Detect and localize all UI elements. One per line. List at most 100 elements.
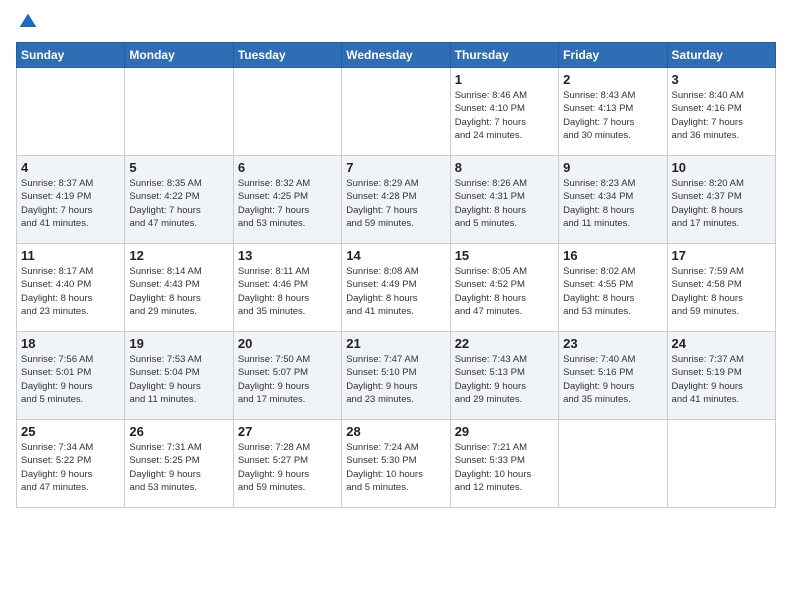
calendar-cell xyxy=(125,68,233,156)
calendar-cell: 20 Sunrise: 7:50 AM Sunset: 5:07 PM Dayli… xyxy=(233,332,341,420)
calendar-cell: 24 Sunrise: 7:37 AM Sunset: 5:19 PM Dayli… xyxy=(667,332,775,420)
logo-icon xyxy=(18,12,38,32)
calendar-cell: 16 Sunrise: 8:02 AM Sunset: 4:55 PM Dayli… xyxy=(559,244,667,332)
day-info: Sunrise: 8:20 AM Sunset: 4:37 PM Dayligh… xyxy=(672,177,771,230)
day-number: 11 xyxy=(21,248,120,263)
day-info: Sunrise: 7:53 AM Sunset: 5:04 PM Dayligh… xyxy=(129,353,228,406)
calendar-cell: 2 Sunrise: 8:43 AM Sunset: 4:13 PM Daylig… xyxy=(559,68,667,156)
calendar-cell: 4 Sunrise: 8:37 AM Sunset: 4:19 PM Daylig… xyxy=(17,156,125,244)
calendar-cell: 3 Sunrise: 8:40 AM Sunset: 4:16 PM Daylig… xyxy=(667,68,775,156)
day-info: Sunrise: 8:37 AM Sunset: 4:19 PM Dayligh… xyxy=(21,177,120,230)
day-number: 8 xyxy=(455,160,554,175)
day-info: Sunrise: 7:56 AM Sunset: 5:01 PM Dayligh… xyxy=(21,353,120,406)
day-number: 13 xyxy=(238,248,337,263)
day-info: Sunrise: 7:31 AM Sunset: 5:25 PM Dayligh… xyxy=(129,441,228,494)
day-header-tuesday: Tuesday xyxy=(233,43,341,68)
header-row: SundayMondayTuesdayWednesdayThursdayFrid… xyxy=(17,43,776,68)
calendar-cell xyxy=(17,68,125,156)
calendar-cell: 27Sunrise: 7:28 AM Sunset: 5:27 PM Dayli… xyxy=(233,420,341,508)
day-info: Sunrise: 8:17 AM Sunset: 4:40 PM Dayligh… xyxy=(21,265,120,318)
calendar-cell: 13 Sunrise: 8:11 AM Sunset: 4:46 PM Dayli… xyxy=(233,244,341,332)
week-row-1: 4 Sunrise: 8:37 AM Sunset: 4:19 PM Daylig… xyxy=(17,156,776,244)
day-info: Sunrise: 7:37 AM Sunset: 5:19 PM Dayligh… xyxy=(672,353,771,406)
calendar-cell: 12Sunrise: 8:14 AM Sunset: 4:43 PM Dayli… xyxy=(125,244,233,332)
day-number: 29 xyxy=(455,424,554,439)
calendar-cell xyxy=(233,68,341,156)
day-number: 23 xyxy=(563,336,662,351)
day-info: Sunrise: 7:50 AM Sunset: 5:07 PM Dayligh… xyxy=(238,353,337,406)
day-info: Sunrise: 8:23 AM Sunset: 4:34 PM Dayligh… xyxy=(563,177,662,230)
day-info: Sunrise: 7:43 AM Sunset: 5:13 PM Dayligh… xyxy=(455,353,554,406)
calendar-cell: 26 Sunrise: 7:31 AM Sunset: 5:25 PM Dayli… xyxy=(125,420,233,508)
day-number: 26 xyxy=(129,424,228,439)
calendar-cell: 28 Sunrise: 7:24 AM Sunset: 5:30 PM Dayli… xyxy=(342,420,450,508)
week-row-0: 1Sunrise: 8:46 AM Sunset: 4:10 PM Daylig… xyxy=(17,68,776,156)
calendar-cell: 23 Sunrise: 7:40 AM Sunset: 5:16 PM Dayli… xyxy=(559,332,667,420)
day-header-monday: Monday xyxy=(125,43,233,68)
week-row-3: 18 Sunrise: 7:56 AM Sunset: 5:01 PM Dayli… xyxy=(17,332,776,420)
day-header-wednesday: Wednesday xyxy=(342,43,450,68)
calendar-cell: 25 Sunrise: 7:34 AM Sunset: 5:22 PM Dayli… xyxy=(17,420,125,508)
page-container: SundayMondayTuesdayWednesdayThursdayFrid… xyxy=(0,0,792,516)
calendar-cell: 11 Sunrise: 8:17 AM Sunset: 4:40 PM Dayli… xyxy=(17,244,125,332)
calendar-cell: 8 Sunrise: 8:26 AM Sunset: 4:31 PM Daylig… xyxy=(450,156,558,244)
calendar-cell: 29 Sunrise: 7:21 AM Sunset: 5:33 PM Dayli… xyxy=(450,420,558,508)
day-number: 2 xyxy=(563,72,662,87)
day-info: Sunrise: 7:40 AM Sunset: 5:16 PM Dayligh… xyxy=(563,353,662,406)
calendar-cell: 7 Sunrise: 8:29 AM Sunset: 4:28 PM Daylig… xyxy=(342,156,450,244)
day-info: Sunrise: 8:32 AM Sunset: 4:25 PM Dayligh… xyxy=(238,177,337,230)
day-info: Sunrise: 8:40 AM Sunset: 4:16 PM Dayligh… xyxy=(672,89,771,142)
day-number: 20 xyxy=(238,336,337,351)
day-header-saturday: Saturday xyxy=(667,43,775,68)
day-info: Sunrise: 7:21 AM Sunset: 5:33 PM Dayligh… xyxy=(455,441,554,494)
day-number: 21 xyxy=(346,336,445,351)
day-number: 16 xyxy=(563,248,662,263)
day-info: Sunrise: 7:34 AM Sunset: 5:22 PM Dayligh… xyxy=(21,441,120,494)
day-info: Sunrise: 8:29 AM Sunset: 4:28 PM Dayligh… xyxy=(346,177,445,230)
day-info: Sunrise: 8:11 AM Sunset: 4:46 PM Dayligh… xyxy=(238,265,337,318)
calendar-cell: 21Sunrise: 7:47 AM Sunset: 5:10 PM Dayli… xyxy=(342,332,450,420)
day-number: 10 xyxy=(672,160,771,175)
day-number: 28 xyxy=(346,424,445,439)
day-number: 18 xyxy=(21,336,120,351)
day-number: 9 xyxy=(563,160,662,175)
day-number: 17 xyxy=(672,248,771,263)
day-number: 4 xyxy=(21,160,120,175)
calendar-cell xyxy=(559,420,667,508)
logo xyxy=(16,12,38,32)
day-header-friday: Friday xyxy=(559,43,667,68)
day-info: Sunrise: 8:02 AM Sunset: 4:55 PM Dayligh… xyxy=(563,265,662,318)
day-info: Sunrise: 8:05 AM Sunset: 4:52 PM Dayligh… xyxy=(455,265,554,318)
day-number: 24 xyxy=(672,336,771,351)
day-header-thursday: Thursday xyxy=(450,43,558,68)
calendar-cell: 6 Sunrise: 8:32 AM Sunset: 4:25 PM Daylig… xyxy=(233,156,341,244)
day-info: Sunrise: 7:28 AM Sunset: 5:27 PM Dayligh… xyxy=(238,441,337,494)
day-info: Sunrise: 8:26 AM Sunset: 4:31 PM Dayligh… xyxy=(455,177,554,230)
calendar-cell: 5Sunrise: 8:35 AM Sunset: 4:22 PM Daylig… xyxy=(125,156,233,244)
day-number: 7 xyxy=(346,160,445,175)
calendar-cell xyxy=(667,420,775,508)
calendar-table: SundayMondayTuesdayWednesdayThursdayFrid… xyxy=(16,42,776,508)
calendar-cell: 1Sunrise: 8:46 AM Sunset: 4:10 PM Daylig… xyxy=(450,68,558,156)
calendar-cell: 17 Sunrise: 7:59 AM Sunset: 4:58 PM Dayli… xyxy=(667,244,775,332)
week-row-4: 25 Sunrise: 7:34 AM Sunset: 5:22 PM Dayli… xyxy=(17,420,776,508)
day-number: 19 xyxy=(129,336,228,351)
day-number: 25 xyxy=(21,424,120,439)
calendar-cell: 10 Sunrise: 8:20 AM Sunset: 4:37 PM Dayli… xyxy=(667,156,775,244)
calendar-cell: 18 Sunrise: 7:56 AM Sunset: 5:01 PM Dayli… xyxy=(17,332,125,420)
calendar-cell: 22 Sunrise: 7:43 AM Sunset: 5:13 PM Dayli… xyxy=(450,332,558,420)
day-info: Sunrise: 8:43 AM Sunset: 4:13 PM Dayligh… xyxy=(563,89,662,142)
header xyxy=(16,12,776,32)
calendar-cell: 14Sunrise: 8:08 AM Sunset: 4:49 PM Dayli… xyxy=(342,244,450,332)
day-info: Sunrise: 8:08 AM Sunset: 4:49 PM Dayligh… xyxy=(346,265,445,318)
day-info: Sunrise: 8:14 AM Sunset: 4:43 PM Dayligh… xyxy=(129,265,228,318)
calendar-cell: 19 Sunrise: 7:53 AM Sunset: 5:04 PM Dayli… xyxy=(125,332,233,420)
calendar-cell xyxy=(342,68,450,156)
day-info: Sunrise: 7:24 AM Sunset: 5:30 PM Dayligh… xyxy=(346,441,445,494)
day-number: 15 xyxy=(455,248,554,263)
day-number: 22 xyxy=(455,336,554,351)
day-number: 6 xyxy=(238,160,337,175)
day-info: Sunrise: 7:59 AM Sunset: 4:58 PM Dayligh… xyxy=(672,265,771,318)
day-number: 3 xyxy=(672,72,771,87)
day-info: Sunrise: 8:35 AM Sunset: 4:22 PM Dayligh… xyxy=(129,177,228,230)
